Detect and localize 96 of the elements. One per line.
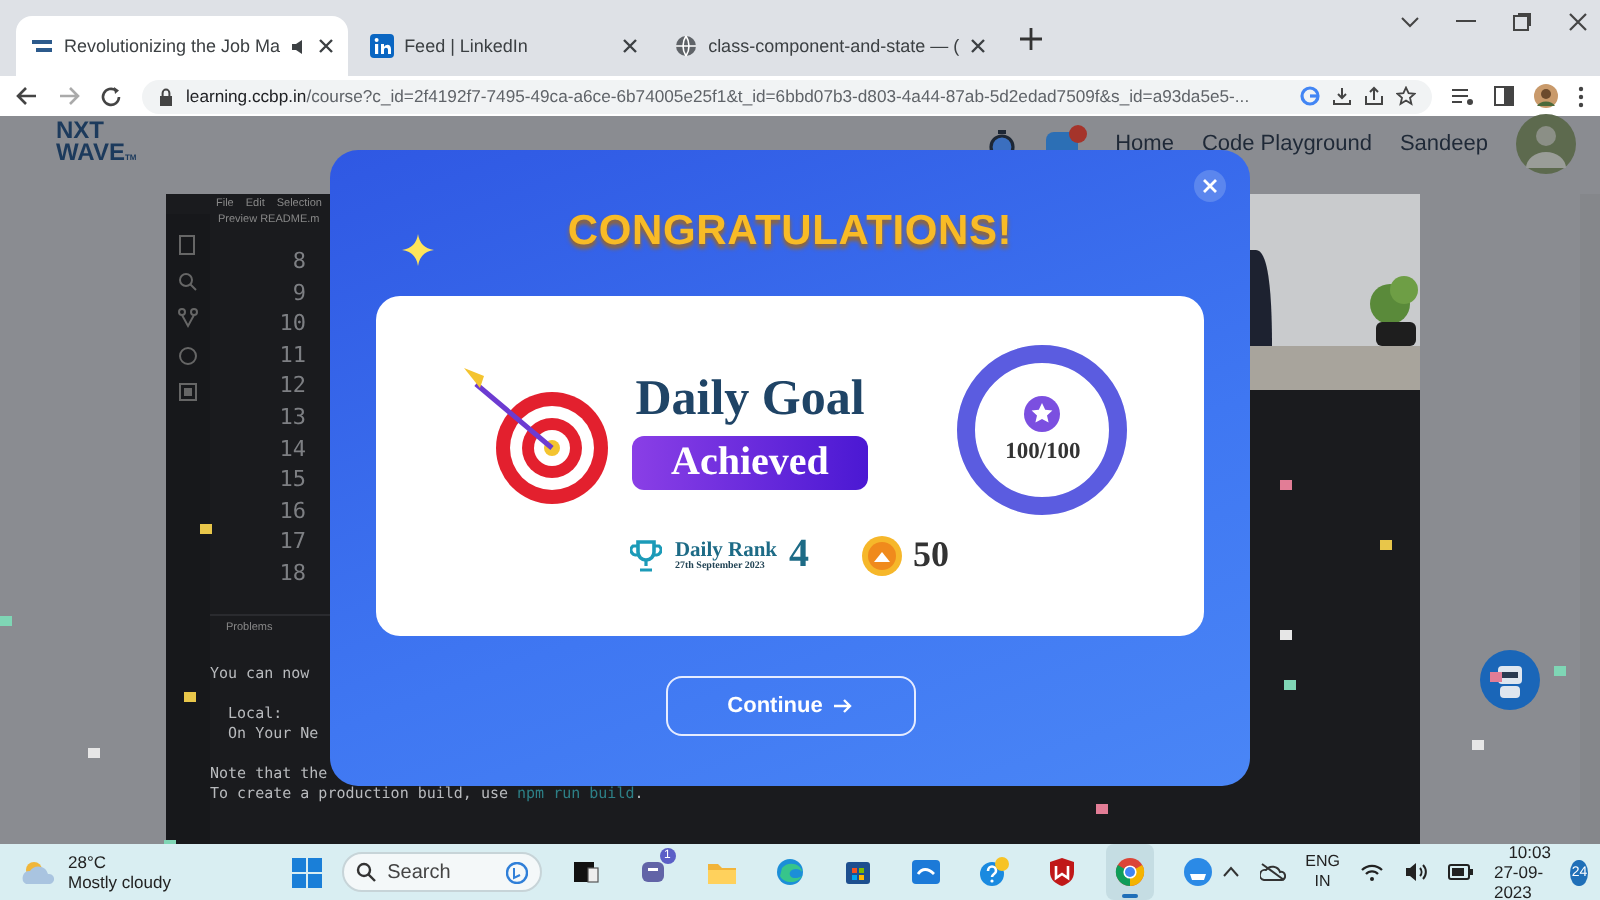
chatbot-icon[interactable] bbox=[1480, 650, 1540, 710]
scrollbar[interactable] bbox=[1580, 194, 1600, 844]
side-panel-icon[interactable] bbox=[1494, 86, 1514, 106]
line-number: 16 bbox=[277, 495, 306, 527]
arrow-right-icon bbox=[834, 698, 853, 714]
search-field[interactable]: Search bbox=[341, 852, 542, 892]
progress-count: 100/100 bbox=[1005, 440, 1081, 464]
confetti-piece bbox=[1554, 666, 1566, 676]
dialog-title: CONGRATULATIONS! bbox=[567, 208, 1013, 256]
browser-tab[interactable]: class-component-and-state — ( bbox=[660, 16, 1000, 76]
confetti-piece bbox=[1472, 740, 1484, 750]
confetti-piece bbox=[1490, 672, 1502, 682]
new-tab-icon[interactable] bbox=[1019, 27, 1042, 49]
maximize-icon[interactable] bbox=[1512, 12, 1532, 32]
line-number: 14 bbox=[277, 433, 306, 465]
line-number: 11 bbox=[277, 339, 306, 371]
star-medal-icon bbox=[1024, 396, 1061, 432]
line-number: 18 bbox=[277, 557, 306, 590]
lock-icon bbox=[158, 87, 174, 105]
close-icon[interactable] bbox=[622, 38, 639, 54]
tab-search-icon[interactable] bbox=[1400, 16, 1420, 28]
avatar-icon[interactable] bbox=[1516, 114, 1576, 174]
linkedin-icon bbox=[370, 34, 395, 58]
globe-icon bbox=[674, 34, 699, 58]
close-icon[interactable] bbox=[318, 38, 335, 54]
rank-value: 4 bbox=[789, 532, 810, 578]
line-number: 9 bbox=[290, 277, 306, 309]
search-icon[interactable] bbox=[178, 272, 198, 292]
bing-icon bbox=[505, 861, 528, 883]
google-icon[interactable] bbox=[1300, 86, 1320, 106]
confetti-piece bbox=[0, 616, 12, 626]
edge-icon[interactable] bbox=[773, 856, 806, 888]
wifi-icon[interactable] bbox=[1359, 862, 1384, 882]
weather-condition: Mostly cloudy bbox=[68, 872, 171, 892]
browser-tab[interactable]: Feed | LinkedIn bbox=[356, 16, 653, 76]
confetti-piece bbox=[184, 692, 196, 702]
start-icon[interactable] bbox=[291, 857, 322, 887]
line-number: 13 bbox=[277, 401, 306, 434]
source-control-icon[interactable] bbox=[178, 308, 198, 330]
chevron-up-icon[interactable] bbox=[1221, 866, 1240, 878]
files-icon[interactable] bbox=[178, 234, 198, 256]
minimize-icon[interactable] bbox=[1456, 20, 1476, 24]
download-icon[interactable] bbox=[1332, 86, 1352, 106]
menu-icon[interactable] bbox=[1578, 85, 1584, 107]
app-icon[interactable] bbox=[1181, 856, 1214, 888]
goal-heading: Daily Goal bbox=[635, 371, 865, 427]
confetti-piece bbox=[1284, 680, 1296, 690]
share-icon[interactable] bbox=[1364, 86, 1384, 106]
line-number: 15 bbox=[277, 464, 306, 496]
site-icon bbox=[30, 34, 54, 58]
coin-count: 50 bbox=[913, 534, 950, 576]
confetti-piece bbox=[1096, 804, 1108, 814]
close-button[interactable] bbox=[1194, 170, 1226, 202]
browser-tab[interactable]: Revolutionizing the Job Ma bbox=[16, 16, 349, 76]
shield-icon[interactable] bbox=[1045, 856, 1078, 888]
confetti-piece bbox=[1380, 540, 1392, 550]
language-indicator[interactable]: ENG IN bbox=[1305, 852, 1340, 892]
app-icon[interactable] bbox=[909, 856, 942, 888]
confetti-piece bbox=[1280, 480, 1292, 490]
line-number: 8 bbox=[290, 246, 306, 278]
trophy-icon bbox=[630, 539, 663, 571]
confetti-piece bbox=[1280, 630, 1292, 640]
back-icon[interactable] bbox=[16, 86, 38, 106]
onedrive-icon[interactable] bbox=[1259, 862, 1286, 882]
close-icon[interactable] bbox=[969, 38, 986, 54]
line-number: 12 bbox=[277, 370, 306, 402]
continue-button[interactable]: Continue bbox=[665, 676, 915, 736]
line-number: 10 bbox=[277, 308, 306, 340]
debug-icon[interactable] bbox=[178, 346, 198, 366]
battery-icon[interactable] bbox=[1447, 864, 1474, 880]
rank-label: Daily Rank bbox=[674, 539, 778, 561]
user-name[interactable]: Sandeep bbox=[1399, 132, 1488, 156]
star-icon[interactable] bbox=[1396, 86, 1416, 106]
task-view-icon[interactable] bbox=[569, 856, 602, 888]
nav-link[interactable]: Code Playground bbox=[1201, 132, 1372, 156]
media-icon[interactable] bbox=[1452, 86, 1474, 106]
chat-app-icon[interactable] bbox=[637, 856, 670, 888]
volume-icon[interactable] bbox=[1403, 862, 1428, 882]
achieved-label: Achieved bbox=[631, 435, 869, 489]
coin-icon bbox=[861, 535, 902, 575]
close-icon[interactable] bbox=[1568, 12, 1588, 32]
address-bar[interactable]: learning.ccbp.in/course?c_id=2f4192f7-7495-49ca-a6ce-6b74005e25f1&t_id=6bbd07b3-d803-4a44-87ab-5d2edad7509f&s_id=a93da5e5-... bbox=[142, 79, 1432, 113]
nav-link[interactable]: Home bbox=[1115, 132, 1174, 156]
store-icon[interactable] bbox=[841, 856, 874, 888]
confetti-piece bbox=[200, 524, 212, 534]
sparkle-icon bbox=[402, 234, 434, 266]
line-number: 17 bbox=[277, 526, 306, 558]
confetti-piece bbox=[88, 748, 100, 758]
help-icon[interactable] bbox=[977, 856, 1010, 888]
clock[interactable]: 10:03 27-09-2023 bbox=[1493, 842, 1551, 900]
reload-icon[interactable] bbox=[100, 85, 122, 107]
profile-avatar-icon[interactable] bbox=[1534, 84, 1558, 108]
chrome-icon[interactable] bbox=[1113, 856, 1146, 888]
temperature: 28°C bbox=[68, 852, 108, 872]
extensions-icon[interactable] bbox=[178, 382, 198, 402]
search-icon bbox=[355, 862, 376, 882]
